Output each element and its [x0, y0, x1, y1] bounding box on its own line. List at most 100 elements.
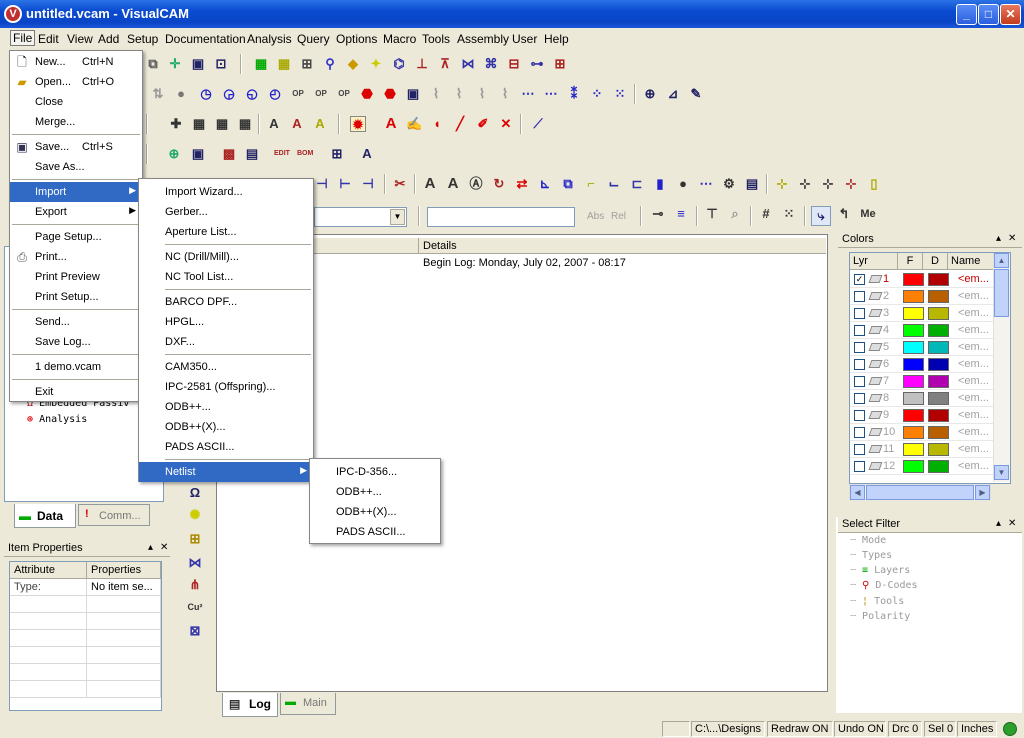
- pin-icon[interactable]: ▴: [148, 542, 153, 553]
- spread-icon[interactable]: ⊼: [437, 56, 453, 72]
- globe-icon[interactable]: ⊕: [166, 146, 182, 162]
- visualcam-app-icon[interactable]: V: [4, 5, 22, 23]
- column-header-name[interactable]: Name: [948, 253, 996, 270]
- route-active-icon[interactable]: ⤷: [811, 206, 831, 226]
- stop-icon-2[interactable]: ⬣: [382, 86, 398, 102]
- monitor-icon[interactable]: ▣: [190, 146, 206, 162]
- menu-item-nc-tool-list[interactable]: NC Tool List...: [139, 267, 313, 287]
- layer-row[interactable]: 10 <em...: [850, 424, 996, 441]
- dots-icon[interactable]: ⋯: [698, 176, 714, 192]
- flash-color-swatch[interactable]: [903, 392, 924, 405]
- menu-item-print-preview[interactable]: Print Preview: [10, 267, 142, 287]
- menu-item-save[interactable]: ▣ Save... Ctrl+S: [10, 137, 142, 157]
- grid-yellow-icon[interactable]: ▦: [276, 56, 292, 72]
- edit-box-icon[interactable]: EDIT: [274, 146, 290, 162]
- corner-icon-2[interactable]: ⌙: [606, 176, 622, 192]
- menu-item-import[interactable]: Import ▶: [10, 182, 142, 202]
- scroll-thumb[interactable]: [994, 269, 1009, 317]
- text-large-icon-1[interactable]: A: [422, 176, 438, 192]
- tree-item-analysis[interactable]: ⊛ Analysis: [27, 414, 87, 425]
- omega-icon[interactable]: Ω: [187, 485, 203, 501]
- copper-icon[interactable]: Cu²: [185, 599, 205, 615]
- sort-icon[interactable]: ⇅: [150, 86, 166, 102]
- tab-log[interactable]: ▤ Log: [222, 693, 278, 717]
- circles-icon[interactable]: ●: [675, 176, 691, 192]
- layer-visible-checkbox[interactable]: [854, 461, 865, 472]
- scroll-down-icon[interactable]: ▼: [994, 465, 1009, 480]
- add-frame-icon-1[interactable]: ⊹: [774, 176, 790, 192]
- draw-color-swatch[interactable]: [928, 324, 949, 337]
- menu-item-export[interactable]: Export ▶: [10, 202, 142, 222]
- menu-item-page-setup[interactable]: Page Setup...: [10, 227, 142, 247]
- add-grid-icon-4[interactable]: ▦: [237, 116, 253, 132]
- scroll-left-icon[interactable]: ◀: [850, 485, 865, 500]
- draw-color-swatch[interactable]: [928, 307, 949, 320]
- add-text-icon-2[interactable]: A: [289, 116, 305, 132]
- draw-color-swatch[interactable]: [928, 290, 949, 303]
- add-frame-icon-3[interactable]: ⊹: [820, 176, 836, 192]
- zoom-icon[interactable]: ⌕: [727, 206, 743, 222]
- filter-mode[interactable]: ┈ Mode: [850, 535, 886, 546]
- layer-row[interactable]: 7 <em...: [850, 373, 996, 390]
- flip-icon-2[interactable]: ⊢: [337, 176, 353, 192]
- filter-polarity[interactable]: ┈ Polarity: [850, 611, 910, 622]
- menu-file[interactable]: File: [10, 30, 36, 46]
- edit-red-icon[interactable]: ✍: [406, 116, 422, 132]
- sun-icon[interactable]: ✺: [187, 507, 203, 523]
- menu-item-netlist-odb[interactable]: ODB++...: [310, 482, 440, 502]
- corner-icon[interactable]: ⌐: [583, 176, 599, 192]
- status-undo[interactable]: Undo ON: [834, 721, 886, 737]
- colors-horizontal-scrollbar[interactable]: ◀ ▶: [849, 484, 991, 500]
- gears-icon[interactable]: ⚙: [721, 176, 737, 192]
- menu-edit[interactable]: Edit: [36, 31, 61, 47]
- chain-icon-1[interactable]: ⋯: [520, 86, 536, 102]
- layer-visible-checkbox[interactable]: [854, 427, 865, 438]
- layer-row[interactable]: 8 <em...: [850, 390, 996, 407]
- flag-icon[interactable]: ◆: [345, 56, 361, 72]
- log-column-header-details[interactable]: Details: [418, 238, 826, 254]
- layer-visible-checkbox[interactable]: [854, 410, 865, 421]
- status-redraw[interactable]: Redraw ON: [767, 721, 833, 737]
- axis-icon[interactable]: ⊾: [537, 176, 553, 192]
- menu-item-dxf[interactable]: DXF...: [139, 332, 313, 352]
- colors-vertical-scrollbar[interactable]: ▲ ▼: [993, 253, 1010, 482]
- report-icon[interactable]: ⊞: [329, 146, 345, 162]
- column-header-d[interactable]: D: [923, 253, 948, 270]
- route-icon[interactable]: ⌘: [483, 56, 499, 72]
- layer-visible-checkbox[interactable]: [854, 291, 865, 302]
- menu-help[interactable]: Help: [542, 31, 571, 47]
- menu-assembly[interactable]: Assembly: [455, 31, 511, 47]
- menu-item-hpgl[interactable]: HPGL...: [139, 312, 313, 332]
- draw-color-swatch[interactable]: [928, 392, 949, 405]
- delete-x-icon[interactable]: ✕: [498, 116, 514, 132]
- flash-color-swatch[interactable]: [903, 460, 924, 473]
- layer-visible-checkbox[interactable]: [854, 376, 865, 387]
- menu-query[interactable]: Query: [295, 31, 332, 47]
- pin-icon-1[interactable]: ⌇: [428, 86, 444, 102]
- chain-icon-2[interactable]: ⋯: [543, 86, 559, 102]
- route-corner-icon[interactable]: ↰: [836, 206, 852, 222]
- flash-color-swatch[interactable]: [903, 324, 924, 337]
- cluster-icon-1[interactable]: ⁘: [589, 86, 605, 102]
- filter-layers[interactable]: ┈ ≡ Layers: [850, 565, 910, 576]
- pin-icon-3[interactable]: ⌇: [474, 86, 490, 102]
- op-mag-icon-2[interactable]: OP: [313, 86, 329, 102]
- menu-item-barco-dpf[interactable]: BARCO DPF...: [139, 292, 313, 312]
- close-icon[interactable]: ✕: [1008, 233, 1016, 244]
- flash-color-swatch[interactable]: [903, 290, 924, 303]
- menu-item-cam350[interactable]: CAM350...: [139, 357, 313, 377]
- layer-visible-checkbox[interactable]: ✓: [854, 274, 865, 285]
- draw-color-swatch[interactable]: [928, 273, 949, 286]
- column-header-attribute[interactable]: Attribute: [10, 562, 87, 579]
- menu-item-import-wizard[interactable]: Import Wizard...: [139, 182, 313, 202]
- filter-types[interactable]: ┈ Types: [850, 550, 892, 561]
- add-text-icon-1[interactable]: A: [266, 116, 282, 132]
- menu-item-netlist-pads-ascii[interactable]: PADS ASCII...: [310, 522, 440, 542]
- layer-visible-checkbox[interactable]: [854, 359, 865, 370]
- menu-item-save-as[interactable]: Save As...: [10, 157, 142, 177]
- scroll-right-icon[interactable]: ▶: [975, 485, 990, 500]
- net-icon[interactable]: ⚲: [322, 56, 338, 72]
- link-icon[interactable]: ⊶: [529, 56, 545, 72]
- menu-options[interactable]: Options: [334, 31, 379, 47]
- wand-icon[interactable]: ⟋: [530, 116, 546, 132]
